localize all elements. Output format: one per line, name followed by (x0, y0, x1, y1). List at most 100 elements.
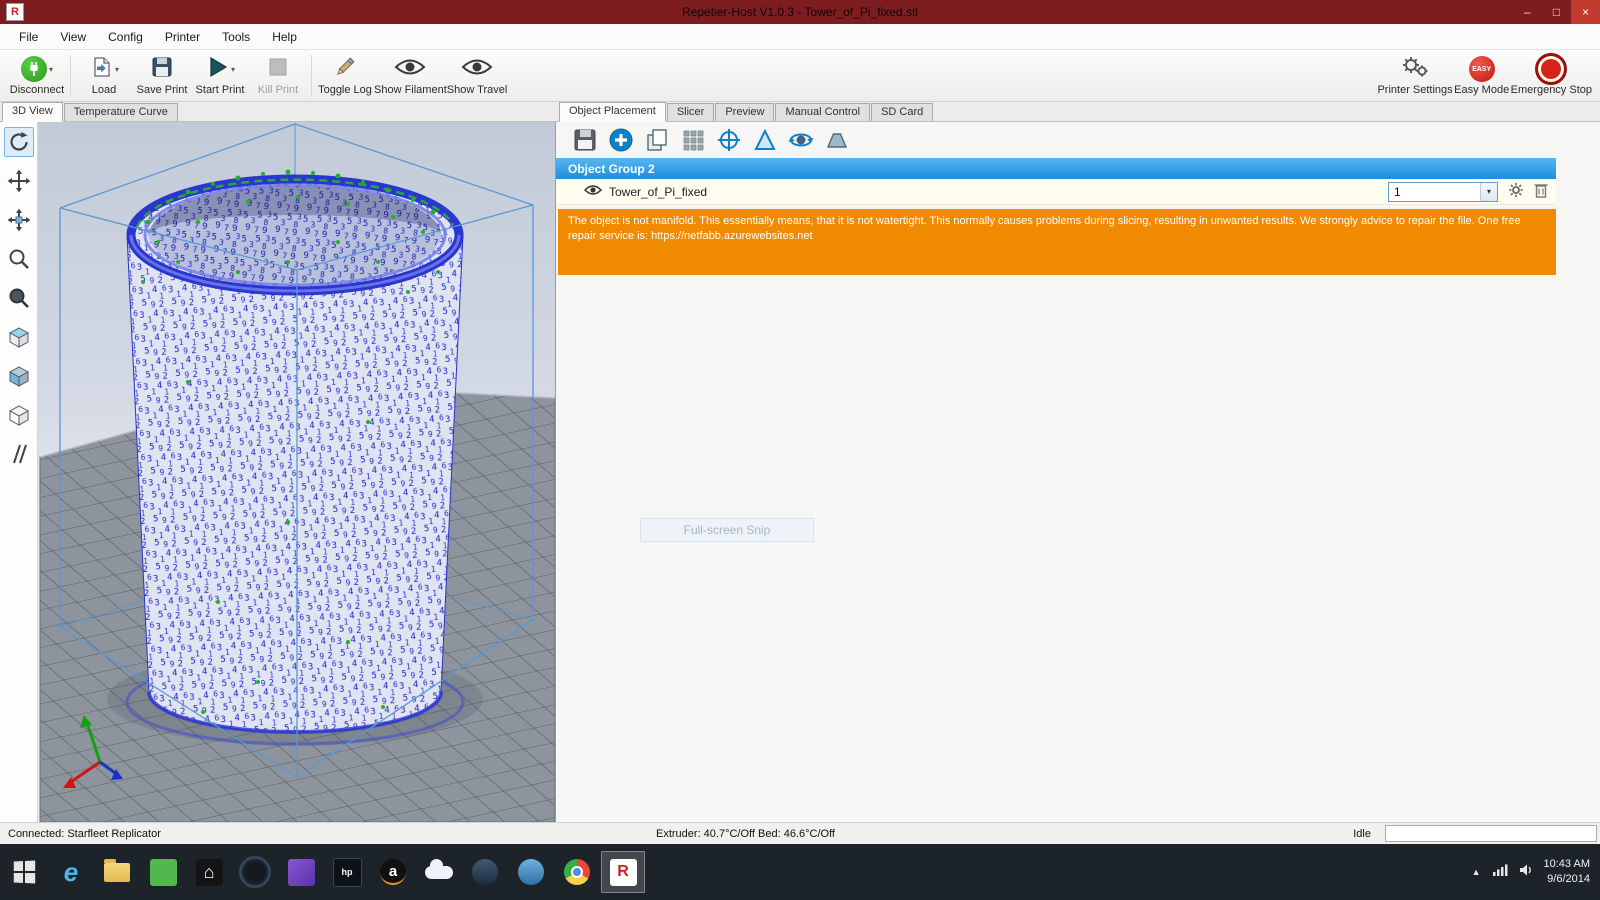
view-side-icon[interactable] (4, 400, 34, 430)
lay-flat-icon[interactable] (824, 127, 850, 153)
taskbar-media-app[interactable] (233, 851, 277, 893)
emergency-stop-label: Emergency Stop (1511, 84, 1592, 96)
start-print-button[interactable]: ▾ Start Print (191, 52, 249, 100)
menubar: File View Config Printer Tools Help (0, 24, 1600, 50)
clock-time: 10:43 AM (1544, 857, 1590, 872)
taskbar-internet-explorer[interactable]: e (49, 851, 93, 893)
right-tab-bar: Object Placement Slicer Preview Manual C… (556, 102, 1600, 122)
scale-object-icon[interactable] (752, 127, 778, 153)
menu-config[interactable]: Config (97, 26, 154, 48)
taskbar-chrome-app[interactable] (555, 851, 599, 893)
disconnect-caret-icon[interactable]: ▾ (49, 65, 53, 74)
tab-sd-card[interactable]: SD Card (871, 103, 933, 121)
emergency-stop-icon (1535, 53, 1567, 85)
taskbar-amazon-app[interactable]: a (371, 851, 415, 893)
show-travel-button[interactable]: Show Travel (447, 52, 508, 100)
tab-3d-view[interactable]: 3D View (2, 102, 63, 122)
printer-settings-button[interactable]: Printer Settings (1377, 52, 1452, 100)
tab-temperature-curve[interactable]: Temperature Curve (64, 103, 178, 121)
move-object-icon[interactable] (4, 205, 34, 235)
temperature-status: Extruder: 40.7°C/Off Bed: 46.6°C/Off (656, 828, 835, 840)
window-title: Repetier-Host V1.0.3 - Tower_of_Pi_fixed… (0, 5, 1600, 19)
3d-scene[interactable]: 3 1 4 1 5 9 2 6 5 3 5 8 9 7 9 (38, 122, 555, 822)
save-print-button[interactable]: Save Print (133, 52, 191, 100)
minimize-button[interactable]: – (1513, 0, 1542, 24)
object-group-header[interactable]: Object Group 2 (556, 158, 1556, 179)
menu-tools[interactable]: Tools (211, 26, 261, 48)
taskbar-onedrive-app[interactable] (417, 851, 461, 893)
zoom-view-icon[interactable] (4, 244, 34, 274)
tab-slicer[interactable]: Slicer (667, 103, 715, 121)
copies-dropdown[interactable]: 1 ▾ (1388, 182, 1498, 202)
tray-network-icon[interactable] (1492, 863, 1508, 881)
rotate-object-icon[interactable] (788, 127, 814, 153)
pan-view-icon[interactable] (4, 166, 34, 196)
tray-volume-icon[interactable] (1519, 863, 1533, 881)
add-object-icon[interactable] (608, 127, 634, 153)
center-object-icon[interactable] (716, 127, 742, 153)
rotate-view-icon[interactable] (4, 127, 34, 157)
taskbar-steam-app[interactable] (463, 851, 507, 893)
maximize-button[interactable]: □ (1542, 0, 1571, 24)
tab-preview[interactable]: Preview (715, 103, 774, 121)
object-visibility-eye-icon[interactable] (584, 184, 602, 199)
main-toolbar: ▾ Disconnect ▾ Load (0, 50, 1600, 102)
amazon-icon: a (380, 859, 406, 885)
taskbar-sync-app[interactable] (509, 851, 553, 893)
taskbar-home-app[interactable]: ⌂ (187, 851, 231, 893)
taskbar-photos-app[interactable] (279, 851, 323, 893)
onedrive-cloud-icon (425, 866, 453, 879)
view-top-icon[interactable] (4, 322, 34, 352)
system-tray: ▲ 10:43 AM 9/6/2014 (1472, 844, 1600, 900)
model-tower[interactable] (107, 170, 483, 747)
tab-object-placement[interactable]: Object Placement (559, 102, 666, 122)
disconnect-label: Disconnect (10, 84, 64, 96)
show-travel-eye-icon (461, 57, 493, 82)
object-row[interactable]: Tower_of_Pi_fixed 1 ▾ (556, 179, 1556, 205)
easy-mode-button[interactable]: EASY Easy Mode (1453, 52, 1511, 100)
clock-date: 9/6/2014 (1544, 872, 1590, 887)
close-button[interactable]: × (1571, 0, 1600, 24)
object-settings-gear-icon[interactable] (1508, 182, 1524, 201)
menu-view[interactable]: View (49, 26, 97, 48)
show-travel-label: Show Travel (447, 84, 508, 96)
zoom-object-icon[interactable] (4, 283, 34, 313)
taskbar-green-app[interactable] (141, 851, 185, 893)
taskbar-file-explorer[interactable] (95, 851, 139, 893)
steam-icon (472, 859, 498, 885)
object-name: Tower_of_Pi_fixed (609, 185, 707, 199)
show-filament-button[interactable]: Show Filament (374, 52, 447, 100)
taskbar-hp-app[interactable]: hp (325, 851, 369, 893)
menu-help[interactable]: Help (261, 26, 308, 48)
tab-manual-control[interactable]: Manual Control (775, 103, 870, 121)
toolbar-separator (70, 55, 71, 97)
manifold-warning-banner: The object is not manifold. This essenti… (558, 209, 1556, 275)
taskbar-repetier-host[interactable]: R (601, 851, 645, 893)
save-print-icon (150, 55, 174, 84)
sync-app-icon (518, 859, 544, 885)
show-filament-label: Show Filament (374, 84, 447, 96)
view-front-icon[interactable] (4, 361, 34, 391)
load-button[interactable]: ▾ Load (75, 52, 133, 100)
load-icon (89, 55, 113, 84)
delete-object-trash-icon[interactable] (1534, 182, 1548, 201)
copies-caret-icon[interactable]: ▾ (1480, 183, 1497, 201)
status-bar: Connected: Starfleet Replicator Extruder… (0, 822, 1600, 844)
tray-expand-icon[interactable]: ▲ (1472, 867, 1481, 877)
start-print-caret-icon[interactable]: ▾ (231, 65, 235, 74)
disconnect-button[interactable]: ▾ Disconnect (8, 52, 66, 100)
left-tab-bar: 3D View Temperature Curve (0, 102, 556, 122)
kill-print-button: Kill Print (249, 52, 307, 100)
autoposition-icon[interactable] (680, 127, 706, 153)
load-caret-icon[interactable]: ▾ (115, 65, 119, 74)
menu-file[interactable]: File (8, 26, 49, 48)
green-app-icon (150, 859, 177, 886)
start-button[interactable] (0, 844, 48, 900)
taskbar-clock[interactable]: 10:43 AM 9/6/2014 (1544, 857, 1590, 887)
emergency-stop-button[interactable]: Emergency Stop (1511, 52, 1592, 100)
menu-printer[interactable]: Printer (154, 26, 211, 48)
parallel-projection-icon[interactable] (4, 439, 34, 469)
toggle-log-button[interactable]: Toggle Log (316, 52, 374, 100)
copy-object-icon[interactable] (644, 127, 670, 153)
export-object-icon[interactable] (572, 127, 598, 153)
